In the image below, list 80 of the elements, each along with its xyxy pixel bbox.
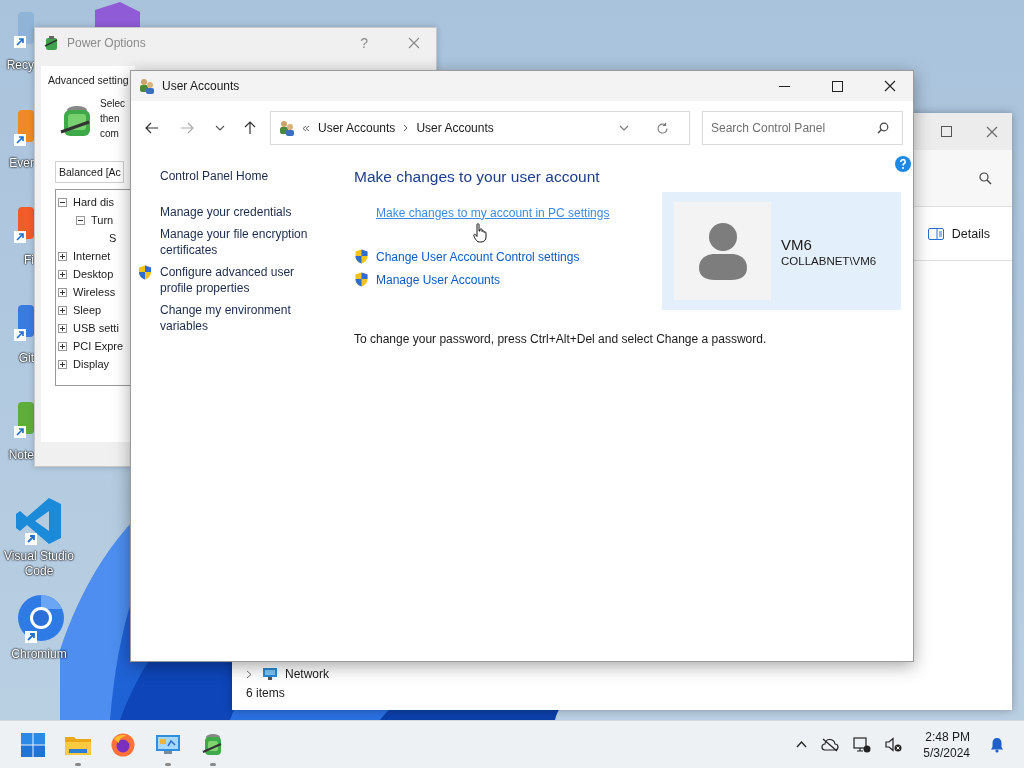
app-icon[interactable] — [14, 304, 34, 343]
network-status-icon[interactable] — [853, 736, 872, 753]
task-link[interactable]: Make changes to my account in PC settings — [376, 205, 610, 220]
account-domain: COLLABNET\VM6 — [781, 254, 877, 267]
app-icon[interactable] — [14, 207, 34, 245]
browser-icon[interactable] — [111, 732, 135, 757]
cloud-off-icon[interactable] — [821, 737, 840, 752]
person-silhouette-icon — [696, 222, 749, 280]
description-text: then — [100, 112, 121, 126]
tree-toggle-icon[interactable] — [58, 359, 67, 369]
search-icon[interactable] — [979, 171, 992, 185]
chevron-up-icon[interactable] — [796, 741, 808, 748]
windows-logo-icon[interactable] — [21, 732, 45, 757]
search-field[interactable]: Search Control Panel — [702, 111, 903, 145]
sidebar-link[interactable]: Manage your file encryption certificates — [160, 226, 320, 258]
speaker-muted-icon[interactable] — [885, 736, 904, 753]
password-note: To change your password, press Ctrl+Alt+Del and select Change a password. — [354, 332, 768, 346]
app-icon[interactable] — [14, 402, 34, 440]
app-icon[interactable] — [14, 109, 34, 148]
refresh-icon[interactable] — [656, 121, 669, 135]
control-panel-icon[interactable] — [155, 732, 181, 757]
users-icon — [279, 120, 295, 136]
tree-toggle-icon[interactable] — [58, 251, 67, 261]
chevron-right-icon — [403, 124, 409, 132]
address-bar[interactable]: User Accounts User Accounts — [270, 111, 690, 145]
breadcrumb-item[interactable]: User Accounts — [416, 121, 494, 135]
task-link[interactable]: Manage User Accounts — [376, 272, 501, 287]
description-text: com — [100, 127, 120, 141]
tab[interactable]: Advanced setting — [41, 66, 135, 90]
clock-time[interactable]: 2:48 PM — [925, 728, 970, 745]
tree-item[interactable]: USB setti — [73, 322, 119, 334]
tree-toggle-icon[interactable] — [58, 197, 67, 207]
tree-item[interactable]: Display — [73, 358, 110, 370]
hand-cursor-icon — [473, 223, 487, 243]
tree-toggle-icon[interactable] — [76, 215, 85, 225]
task-link[interactable]: Change User Account Control settings — [376, 249, 580, 264]
tree-toggle-icon[interactable] — [58, 305, 67, 315]
window-title: User Accounts — [162, 79, 240, 93]
tree-item[interactable]: PCI Expre — [73, 340, 124, 352]
tree-item[interactable]: S — [109, 232, 117, 244]
sidebar-link[interactable]: Manage your credentials — [160, 204, 292, 220]
window-title: Power Options — [67, 36, 146, 50]
details-button[interactable]: Details — [925, 222, 992, 245]
sidebar-link[interactable]: Change my environment variables — [160, 302, 320, 334]
chevron-down-icon[interactable] — [619, 125, 629, 131]
plan-dropdown[interactable]: Balanced [Ac — [55, 161, 124, 183]
tree-toggle-icon[interactable] — [58, 287, 67, 297]
close-icon[interactable] — [884, 80, 896, 92]
users-icon — [139, 78, 155, 94]
maximize-icon[interactable] — [831, 80, 843, 92]
tree-toggle-icon[interactable] — [58, 341, 67, 351]
account-name: VM6 — [781, 235, 813, 253]
tree-toggle-icon[interactable] — [58, 269, 67, 279]
tree-item[interactable]: Turn — [91, 214, 114, 226]
back-arrow-icon[interactable] — [145, 122, 159, 134]
tree-item[interactable]: Hard dis — [73, 196, 114, 208]
description-text: Selec — [100, 97, 125, 111]
tree-item[interactable]: Internet — [73, 250, 111, 262]
tree-item[interactable]: Desktop — [73, 268, 114, 280]
help-icon[interactable] — [895, 156, 911, 172]
clock-date[interactable]: 5/3/2024 — [923, 744, 970, 761]
tree-item[interactable]: Wireless — [73, 286, 116, 298]
tree-item[interactable]: Sleep — [73, 304, 102, 316]
navigation-item[interactable]: Network — [232, 665, 329, 683]
bell-icon[interactable] — [990, 736, 1004, 753]
network-icon — [262, 667, 278, 681]
breadcrumb-item[interactable]: User Accounts — [318, 121, 396, 135]
up-arrow-icon[interactable] — [244, 121, 256, 135]
app-icon[interactable] — [14, 12, 34, 50]
maximize-icon[interactable] — [941, 126, 952, 137]
tree-toggle-icon[interactable] — [58, 323, 67, 333]
chevron-right-icon — [246, 669, 252, 679]
sidebar-link[interactable]: Control Panel Home — [160, 168, 269, 184]
status-text: 6 items — [246, 686, 285, 700]
page-heading: Make changes to your user account — [354, 168, 601, 186]
double-chevron-icon — [302, 124, 310, 132]
chevron-down-icon[interactable] — [215, 125, 225, 131]
sidebar-link[interactable]: Configure advanced user profile properties — [160, 264, 320, 296]
details-pane-icon — [927, 227, 944, 240]
search-icon[interactable] — [877, 122, 889, 134]
